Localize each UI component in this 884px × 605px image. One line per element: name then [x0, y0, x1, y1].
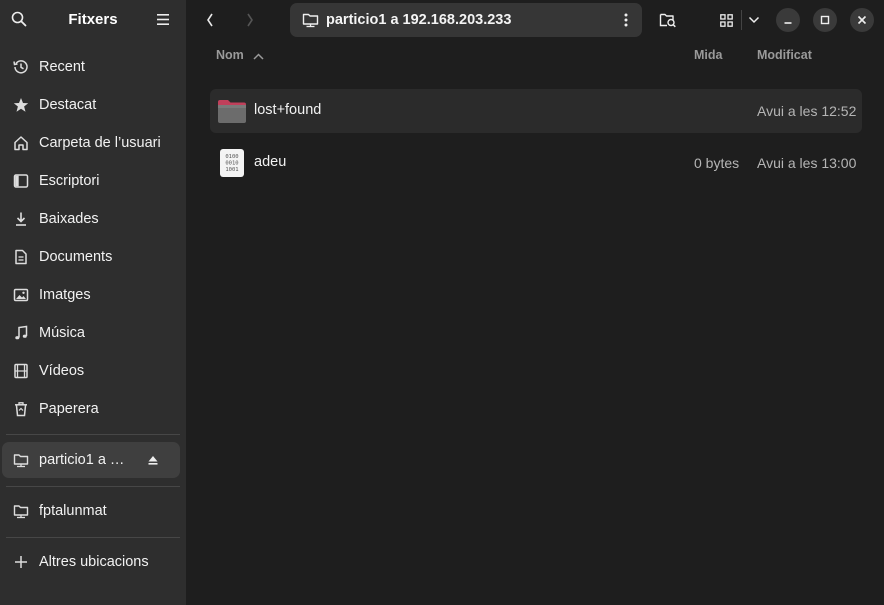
sidebar-item-label: Escriptori: [39, 173, 100, 189]
sidebar-item-label: Vídeos: [39, 363, 85, 379]
network-folder-icon: [12, 502, 30, 520]
sidebar-item-desktop[interactable]: Escriptori: [0, 162, 186, 200]
back-button[interactable]: [198, 8, 222, 32]
sidebar-item-videos[interactable]: Vídeos: [0, 352, 186, 390]
sidebar-item-documents[interactable]: Documents: [0, 238, 186, 276]
close-button[interactable]: [850, 8, 874, 32]
chevron-down-icon[interactable]: [742, 8, 766, 32]
file-manager-window: Fitxers Recent Destacat Carpeta de l’usu…: [0, 0, 884, 605]
sidebar-item-label: fptalunmat: [39, 503, 107, 519]
network-folder-icon: [12, 451, 30, 469]
trash-icon: [12, 400, 30, 418]
sidebar-item-label: Documents: [39, 249, 113, 265]
plus-icon: [12, 553, 30, 571]
sidebar-item-mounted-share[interactable]: particio1 a …: [2, 442, 180, 478]
file-row-lost-found[interactable]: lost+found Avui a les 12:52: [210, 89, 862, 133]
column-header-size[interactable]: Mida: [694, 48, 722, 62]
sidebar-item-recent[interactable]: Recent: [0, 48, 186, 86]
image-icon: [12, 286, 30, 304]
video-icon: [12, 362, 30, 380]
binary-file-icon: 0100 0010 1001: [217, 148, 247, 178]
sidebar-item-label: Música: [39, 325, 85, 341]
eject-icon[interactable]: [146, 453, 160, 467]
svg-text:0100: 0100: [225, 154, 238, 160]
vertical-dots-icon[interactable]: [618, 12, 634, 28]
svg-text:0010: 0010: [225, 161, 238, 167]
desktop-icon: [12, 172, 30, 190]
sidebar-item-downloads[interactable]: Baixades: [0, 200, 186, 238]
column-header-label: Nom: [216, 48, 244, 62]
sidebar-item-label: Paperera: [39, 401, 99, 417]
music-icon: [12, 324, 30, 342]
sidebar-item-bookmark[interactable]: fptalunmat: [0, 492, 186, 530]
sidebar-item-label: Altres ubicacions: [39, 554, 149, 570]
home-icon: [12, 134, 30, 152]
forward-button[interactable]: [238, 8, 262, 32]
sidebar-item-label: Baixades: [39, 211, 99, 227]
sidebar-item-trash[interactable]: Paperera: [0, 390, 186, 428]
file-modified: Avui a les 12:52: [757, 103, 857, 119]
column-header-modified[interactable]: Modificat: [757, 48, 812, 62]
file-row-adeu[interactable]: 0100 0010 1001 adeu 0 bytes Avui a les 1…: [210, 141, 862, 185]
sort-ascending-icon: [253, 49, 264, 63]
header-toolbar: particio1 a 192.168.203.233: [186, 0, 884, 40]
main-content: particio1 a 192.168.203.233 Nom Mida Mod…: [186, 0, 884, 605]
column-header-name[interactable]: Nom: [216, 48, 264, 63]
folder-search-icon[interactable]: [656, 8, 680, 32]
sidebar-item-label: Destacat: [39, 97, 97, 113]
sidebar-item-other-locations[interactable]: Altres ubicacions: [0, 543, 186, 581]
sidebar-divider: [6, 537, 180, 538]
sidebar-item-label: particio1 a …: [39, 452, 125, 468]
folder-icon: [217, 96, 247, 126]
sidebar-item-music[interactable]: Música: [0, 314, 186, 352]
grid-view-icon[interactable]: [714, 8, 738, 32]
sidebar-places-list: Recent Destacat Carpeta de l’usuari Escr…: [0, 48, 186, 428]
sidebar-item-label: Recent: [39, 59, 85, 75]
maximize-button[interactable]: [813, 8, 837, 32]
file-name: lost+found: [254, 102, 322, 118]
download-icon: [12, 210, 30, 228]
minimize-button[interactable]: [776, 8, 800, 32]
star-icon: [12, 96, 30, 114]
sidebar-item-label: Imatges: [39, 287, 91, 303]
sidebar-item-pictures[interactable]: Imatges: [0, 276, 186, 314]
file-size: 0 bytes: [694, 155, 740, 171]
file-modified: Avui a les 13:00: [757, 155, 857, 171]
sidebar-item-label: Carpeta de l’usuari: [39, 135, 161, 151]
svg-text:1001: 1001: [225, 167, 238, 173]
document-icon: [12, 248, 30, 266]
sidebar-item-home[interactable]: Carpeta de l’usuari: [0, 124, 186, 162]
sidebar: Fitxers Recent Destacat Carpeta de l’usu…: [0, 0, 186, 605]
hamburger-menu-icon[interactable]: [154, 10, 172, 28]
location-bar[interactable]: particio1 a 192.168.203.233: [290, 3, 642, 37]
file-name: adeu: [254, 154, 287, 170]
sidebar-item-starred[interactable]: Destacat: [0, 86, 186, 124]
sidebar-divider: [6, 486, 180, 487]
clock-icon: [12, 58, 30, 76]
sidebar-divider: [6, 434, 180, 435]
network-folder-icon: [302, 11, 320, 29]
current-path: particio1 a 192.168.203.233: [326, 12, 512, 28]
sidebar-header: Fitxers: [0, 0, 186, 40]
